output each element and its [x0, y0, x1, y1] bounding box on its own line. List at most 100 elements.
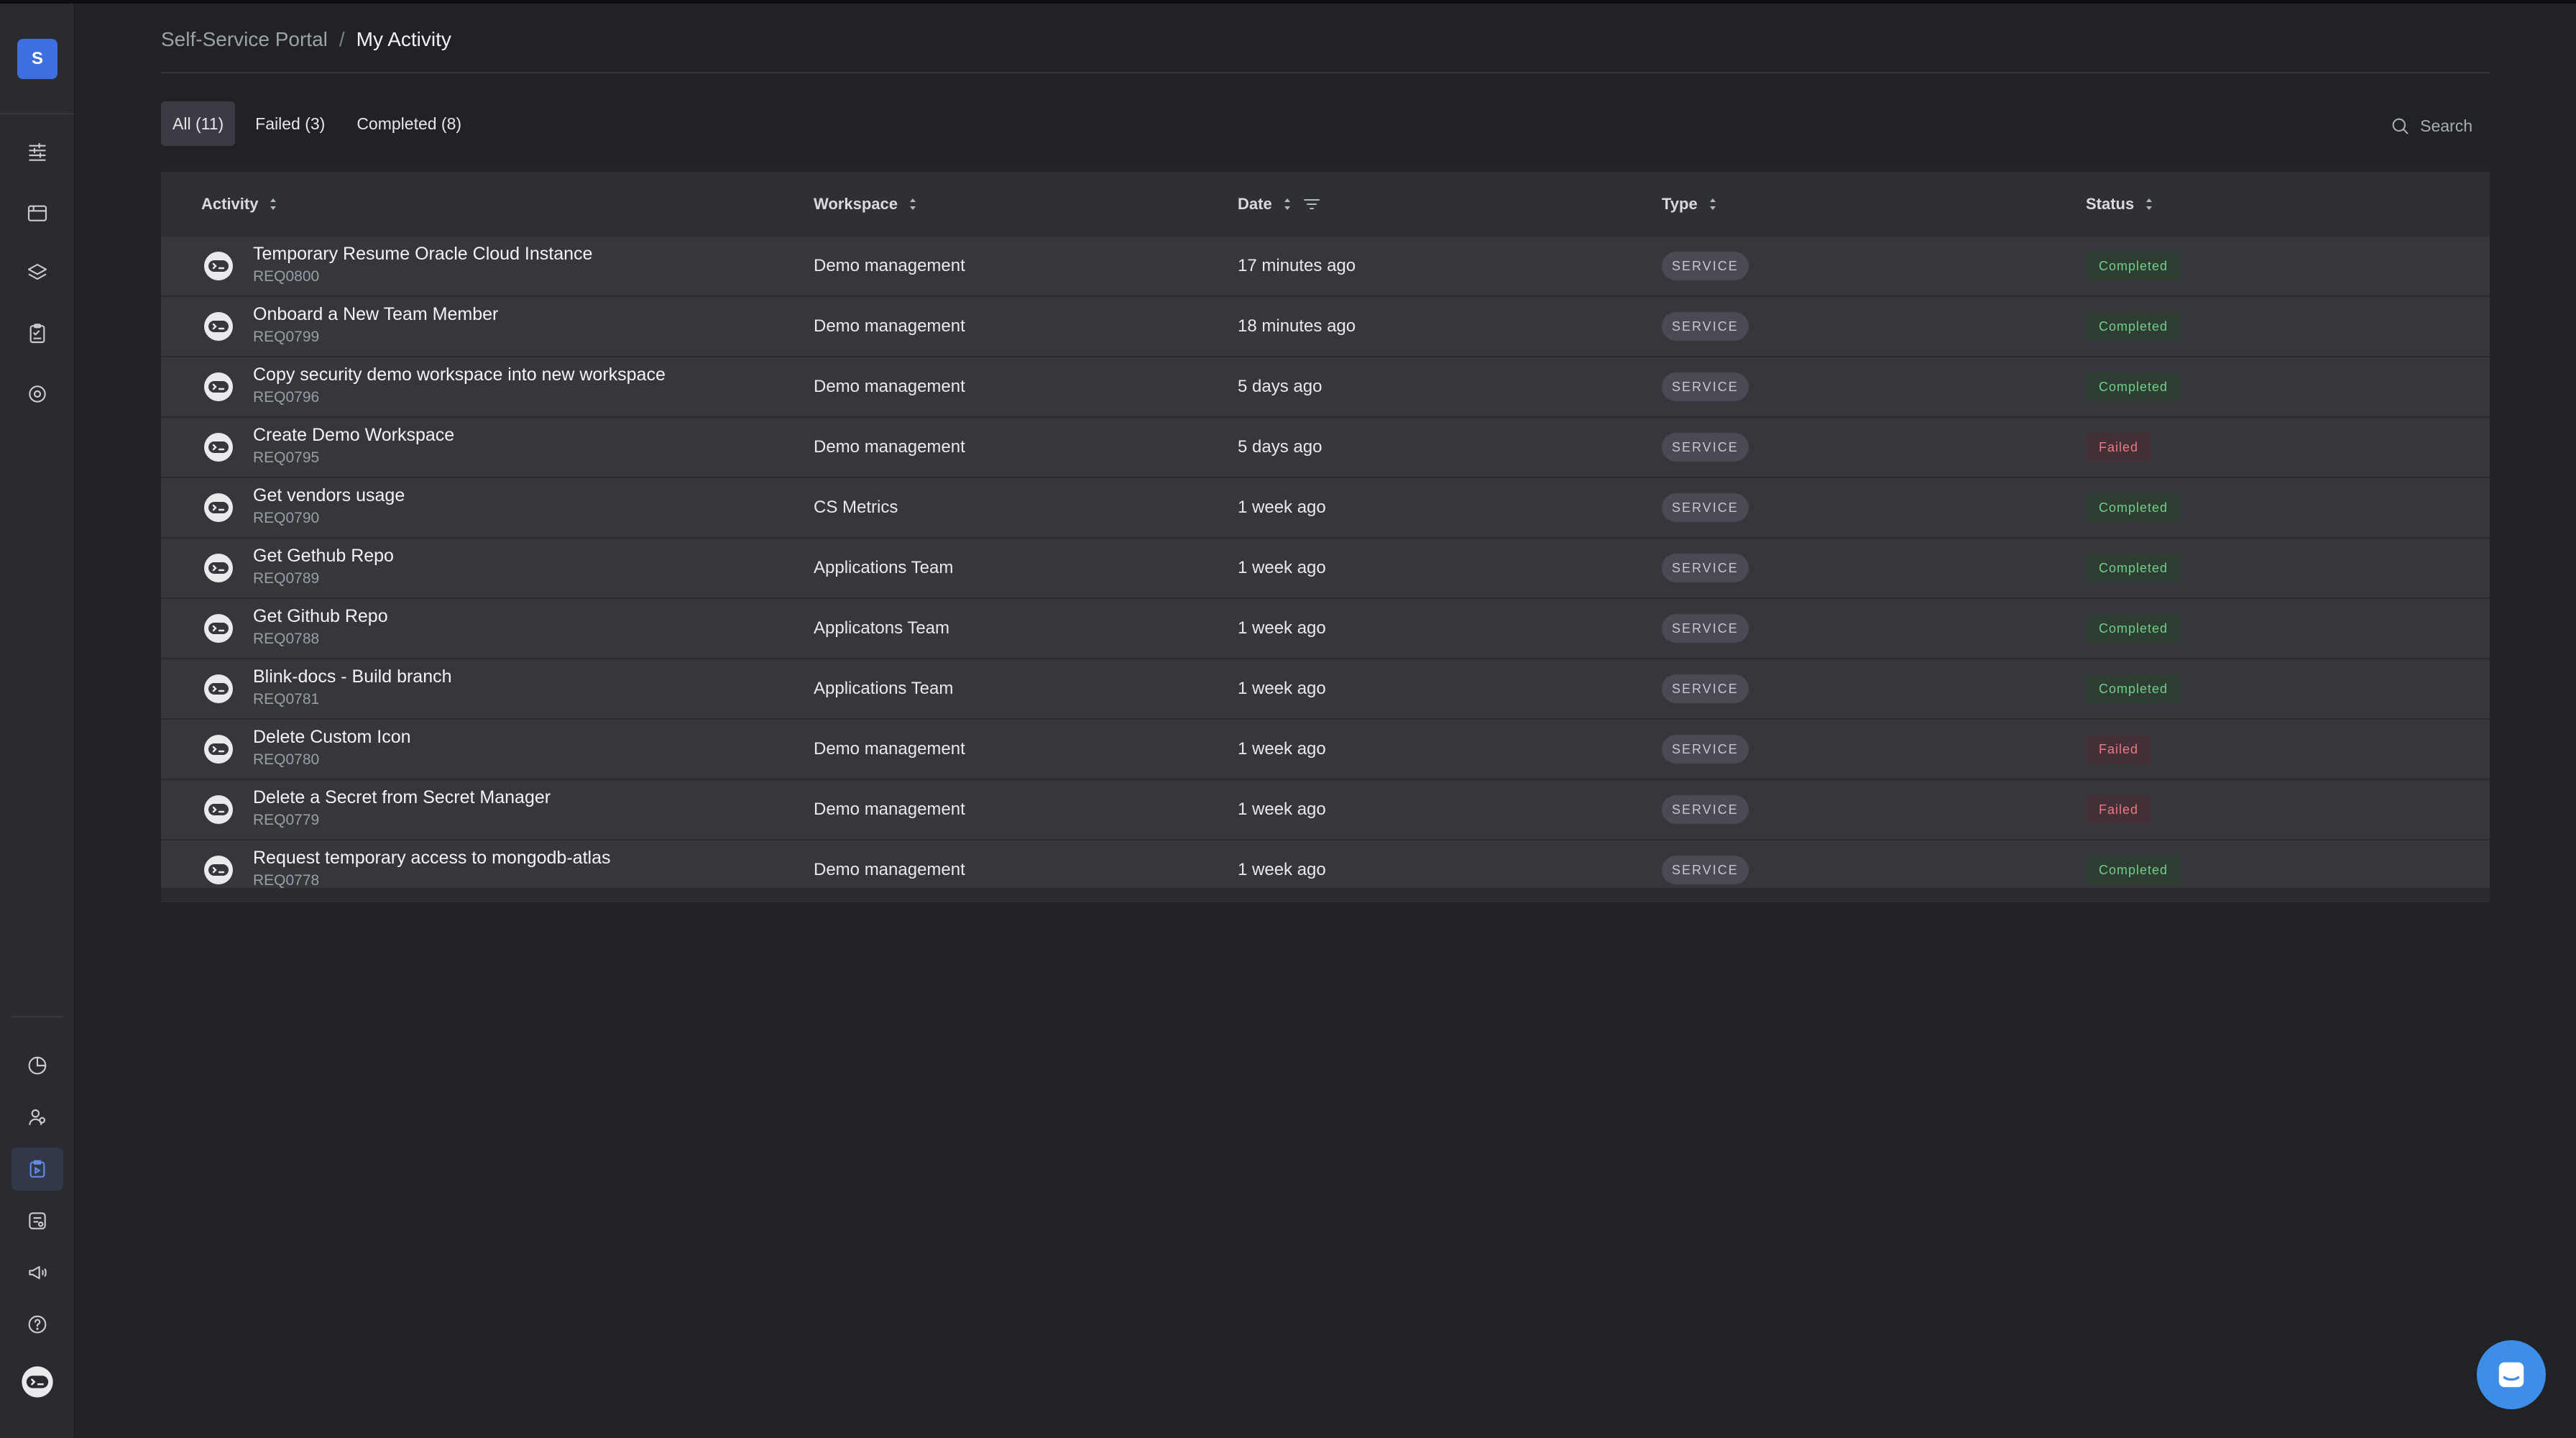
column-header-label: Status — [2086, 195, 2135, 213]
date-value: 1 week ago — [1238, 618, 1326, 638]
sidebar-divider-bottom — [12, 1016, 63, 1017]
type-cell: SERVICE — [1662, 659, 1749, 718]
activity-request-id: REQ0788 — [253, 631, 320, 647]
tab-completed[interactable]: Completed (8) — [345, 101, 473, 146]
workspace-name: Demo management — [814, 437, 965, 457]
workspace-name: Demo management — [814, 860, 965, 879]
status-badge: Completed — [2086, 554, 2181, 582]
table-row[interactable]: Request temporary access to mongodb-atla… — [161, 841, 2490, 888]
sidebar-item-layers[interactable] — [12, 252, 63, 295]
type-cell: SERVICE — [1662, 418, 1749, 477]
date-value: 5 days ago — [1238, 437, 1322, 457]
blink-activity-icon — [204, 372, 233, 401]
blink-activity-icon — [204, 312, 233, 341]
column-header-activity[interactable]: Activity — [201, 172, 278, 237]
status-badge: Completed — [2086, 372, 2181, 401]
status-cell: Completed — [2086, 599, 2181, 658]
status-badge: Completed — [2086, 493, 2181, 522]
breadcrumb-root-link[interactable]: Self-Service Portal — [161, 28, 328, 51]
table-row[interactable]: Delete a Secret from Secret Manager REQ07… — [161, 780, 2490, 841]
filter-tabs: All (11) Failed (3) Completed (8) — [161, 101, 482, 146]
workspace-cell: Demo management — [814, 418, 965, 477]
table-row[interactable]: Blink-docs - Build branch REQ0781 Applicat… — [161, 659, 2490, 720]
table-row[interactable]: Get Gethub Repo REQ0789 Applications Team 1… — [161, 539, 2490, 599]
sidebar-item-tasks[interactable] — [12, 312, 63, 355]
table-row[interactable]: Copy security demo workspace into new wo… — [161, 357, 2490, 418]
sidebar-item-cases[interactable] — [12, 1199, 63, 1242]
activity-title[interactable]: Blink-docs - Build branch — [253, 667, 452, 687]
cases-icon — [29, 1212, 46, 1229]
table-row[interactable]: Delete Custom Icon REQ0780 Demo management… — [161, 720, 2490, 780]
workspace-cell: Demo management — [814, 841, 965, 888]
search-icon — [2392, 118, 2409, 134]
date-value: 1 week ago — [1238, 558, 1326, 577]
tab-failed[interactable]: Failed (3) — [244, 101, 336, 146]
column-header-label: Type — [1662, 195, 1698, 213]
date-value: 1 week ago — [1238, 800, 1326, 819]
table-row[interactable]: Create Demo Workspace REQ0795 Demo managem… — [161, 418, 2490, 478]
sidebar-item-announcements[interactable] — [12, 1251, 63, 1294]
status-cell: Failed — [2086, 418, 2152, 477]
sidebar-item-users[interactable] — [12, 1096, 63, 1139]
workspace-cell: Demo management — [814, 237, 965, 296]
sidebar-item-settings[interactable] — [12, 372, 63, 416]
table-row[interactable]: Temporary Resume Oracle Cloud Instance RE… — [161, 237, 2490, 297]
date-value: 5 days ago — [1238, 377, 1322, 396]
activity-title[interactable]: Request temporary access to mongodb-atla… — [253, 848, 610, 869]
sort-icon — [2146, 198, 2153, 210]
workspace-name: CS Metrics — [814, 498, 898, 517]
type-cell: SERVICE — [1662, 297, 1749, 356]
column-header-workspace[interactable]: Workspace — [814, 172, 918, 237]
blink-activity-icon — [204, 252, 233, 280]
status-cell: Completed — [2086, 357, 2181, 416]
activity-title[interactable]: Copy security demo workspace into new wo… — [253, 365, 666, 385]
status-badge: Completed — [2086, 856, 2181, 884]
activity-title[interactable]: Get Github Repo — [253, 606, 388, 627]
sidebar-item-analytics[interactable] — [12, 1044, 63, 1087]
tab-all[interactable]: All (11) — [161, 101, 236, 146]
table-row[interactable]: Get vendors usage REQ0790 CS Metrics 1 week… — [161, 478, 2490, 539]
filter-icon[interactable] — [1302, 196, 1321, 212]
table-row[interactable]: Get Github Repo REQ0788 Applicatons Team 1 … — [161, 599, 2490, 659]
type-badge: SERVICE — [1662, 735, 1749, 764]
catalog-icon — [29, 142, 46, 161]
date-value: 17 minutes ago — [1238, 256, 1356, 275]
type-cell: SERVICE — [1662, 841, 1749, 888]
workspace-cell: Demo management — [814, 297, 965, 356]
status-cell: Completed — [2086, 297, 2181, 356]
activity-title[interactable]: Get Gethub Repo — [253, 546, 394, 567]
support-chat-button[interactable] — [2477, 1340, 2546, 1409]
date-cell: 1 week ago — [1238, 539, 1326, 597]
search-input[interactable]: Search — [2390, 113, 2472, 139]
sidebar-item-help[interactable] — [12, 1303, 63, 1346]
workspace-avatar[interactable]: S — [17, 39, 58, 79]
workspace-name: Demo management — [814, 800, 965, 819]
date-cell: 1 week ago — [1238, 780, 1326, 839]
column-header-label: Date — [1238, 195, 1272, 213]
status-cell: Completed — [2086, 659, 2181, 718]
table-row[interactable]: Onboard a New Team Member REQ0799 Demo man… — [161, 297, 2490, 357]
status-badge: Failed — [2086, 735, 2152, 764]
activity-title[interactable]: Delete Custom Icon — [253, 727, 411, 748]
date-cell: 18 minutes ago — [1238, 297, 1356, 356]
sidebar-item-blink-logo[interactable] — [12, 1360, 63, 1403]
breadcrumb-current: My Activity — [356, 28, 451, 50]
sidebar-item-boards[interactable] — [12, 191, 63, 234]
workspace-name: Demo management — [814, 739, 965, 759]
sort-icon — [1709, 198, 1716, 210]
activity-title[interactable]: Create Demo Workspace — [253, 425, 454, 446]
activity-title[interactable]: Temporary Resume Oracle Cloud Instance — [253, 244, 592, 265]
column-header-status[interactable]: Status — [2086, 172, 2154, 237]
activity-title[interactable]: Onboard a New Team Member — [253, 304, 498, 325]
sidebar-item-my-activity[interactable] — [12, 1148, 63, 1191]
activity-title[interactable]: Delete a Secret from Secret Manager — [253, 787, 551, 808]
status-badge: Completed — [2086, 252, 2181, 280]
status-badge: Failed — [2086, 433, 2152, 462]
date-cell: 5 days ago — [1238, 418, 1322, 477]
column-header-type[interactable]: Type — [1662, 172, 1718, 237]
column-header-date[interactable]: Date — [1238, 172, 1321, 237]
sidebar-item-catalog[interactable] — [12, 131, 63, 174]
avatar-letter: S — [31, 49, 43, 68]
status-cell: Completed — [2086, 841, 2181, 888]
activity-title[interactable]: Get vendors usage — [253, 485, 405, 506]
